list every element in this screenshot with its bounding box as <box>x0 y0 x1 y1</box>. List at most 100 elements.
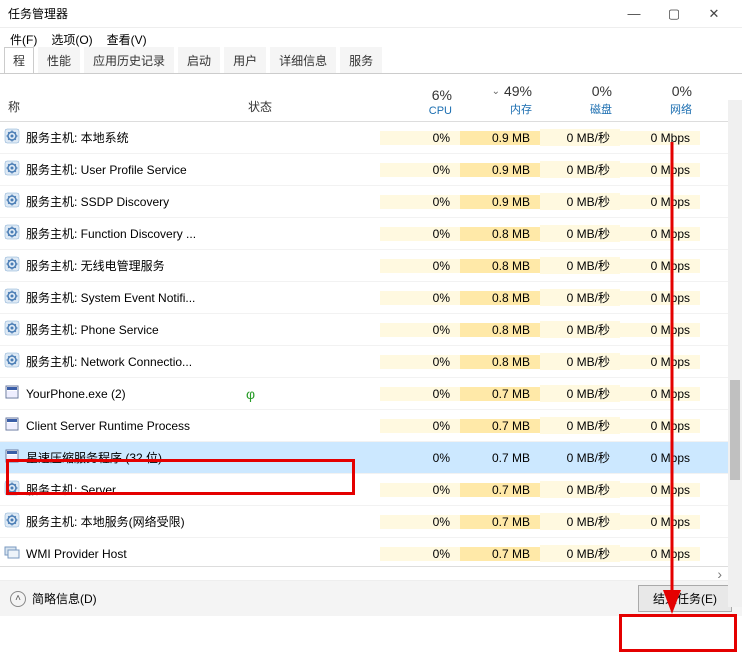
table-row[interactable]: 服务主机: Function Discovery ...0%0.8 MB0 MB… <box>0 218 742 250</box>
window-title: 任务管理器 <box>8 5 614 22</box>
chevron-down-icon: ⌄ <box>492 86 500 97</box>
process-name-cell: 服务主机: 本地服务(网络受限) <box>0 512 240 531</box>
tab-processes[interactable]: 程 <box>4 47 34 73</box>
tab-users[interactable]: 用户 <box>224 47 266 73</box>
tab-app-history[interactable]: 应用历史记录 <box>84 47 174 73</box>
scrollbar-thumb[interactable] <box>730 380 740 480</box>
process-name: WMI Provider Host <box>26 547 127 561</box>
table-row[interactable]: 服务主机: SSDP Discovery0%0.9 MB0 MB/秒0 Mbps <box>0 186 742 218</box>
gear-icon <box>4 192 20 211</box>
process-name: 服务主机: Phone Service <box>26 321 159 338</box>
cpu-cell: 0% <box>380 451 460 465</box>
disk-cell: 0 MB/秒 <box>540 417 620 434</box>
maximize-button[interactable]: ▢ <box>654 3 694 25</box>
disk-percent: 0% <box>592 83 612 99</box>
tab-startup[interactable]: 启动 <box>178 47 220 73</box>
column-status[interactable]: 状态 <box>240 92 380 121</box>
table-row[interactable]: Client Server Runtime Process0%0.7 MB0 M… <box>0 410 742 442</box>
table-row[interactable]: 服务主机: User Profile Service0%0.9 MB0 MB/秒… <box>0 154 742 186</box>
mem-cell: 0.8 MB <box>460 227 540 241</box>
process-name-cell: 服务主机: System Event Notifi... <box>0 288 240 307</box>
table-row[interactable]: 服务主机: 本地系统0%0.9 MB0 MB/秒0 Mbps <box>0 122 742 154</box>
net-percent: 0% <box>672 83 692 99</box>
table-row[interactable]: WMI Provider Host 0%0.7 MB0 MB/秒0 Mbps <box>0 538 742 566</box>
gear-icon <box>4 160 20 179</box>
table-row[interactable]: 服务主机: 无线电管理服务0%0.8 MB0 MB/秒0 Mbps <box>0 250 742 282</box>
process-name: 服务主机: Function Discovery ... <box>26 225 196 242</box>
table-row[interactable]: 服务主机: Network Connectio...0%0.8 MB0 MB/秒… <box>0 346 742 378</box>
disk-cell: 0 MB/秒 <box>540 385 620 402</box>
leaf-icon: φ <box>246 386 255 402</box>
mem-cell: 0.7 MB <box>460 547 540 561</box>
disk-cell: 0 MB/秒 <box>540 449 620 466</box>
vertical-scrollbar[interactable] <box>728 100 742 607</box>
mem-label: 内存 <box>510 101 532 117</box>
process-list[interactable]: 服务主机: 本地系统0%0.9 MB0 MB/秒0 Mbps服务主机: User… <box>0 122 742 566</box>
close-button[interactable]: ✕ <box>694 3 734 25</box>
mem-cell: 0.7 MB <box>460 387 540 401</box>
process-name: 服务主机: Network Connectio... <box>26 353 192 370</box>
column-memory[interactable]: ⌄ 49% 内存 <box>460 79 540 121</box>
fewer-details-label: 简略信息(D) <box>32 590 97 607</box>
process-name-cell: 服务主机: 本地系统 <box>0 128 240 147</box>
column-network[interactable]: 0% 网络 <box>620 79 700 121</box>
process-name-cell: 服务主机: Function Discovery ... <box>0 224 240 243</box>
cpu-label: CPU <box>429 105 452 117</box>
disk-cell: 0 MB/秒 <box>540 545 620 562</box>
table-row[interactable]: 服务主机: Phone Service0%0.8 MB0 MB/秒0 Mbps <box>0 314 742 346</box>
net-cell: 0 Mbps <box>620 195 700 209</box>
net-cell: 0 Mbps <box>620 547 700 561</box>
titlebar: 任务管理器 — ▢ ✕ <box>0 0 742 28</box>
horizontal-scroll-hint[interactable]: › <box>0 566 742 580</box>
process-name-cell: Client Server Runtime Process <box>0 416 240 435</box>
process-name: YourPhone.exe (2) <box>26 387 126 401</box>
footer: ˄ 简略信息(D) 结束任务(E) <box>0 580 742 616</box>
process-name: 服务主机: Server <box>26 481 116 498</box>
mem-cell: 0.7 MB <box>460 483 540 497</box>
end-task-button[interactable]: 结束任务(E) <box>638 585 732 612</box>
net-cell: 0 Mbps <box>620 515 700 529</box>
tab-services[interactable]: 服务 <box>340 47 382 73</box>
cpu-cell: 0% <box>380 323 460 337</box>
process-name: 服务主机: 本地服务(网络受限) <box>26 513 185 530</box>
disk-cell: 0 MB/秒 <box>540 193 620 210</box>
column-disk[interactable]: 0% 磁盘 <box>540 79 620 121</box>
cpu-cell: 0% <box>380 163 460 177</box>
mem-cell: 0.8 MB <box>460 291 540 305</box>
net-cell: 0 Mbps <box>620 483 700 497</box>
cpu-cell: 0% <box>380 419 460 433</box>
cpu-cell: 0% <box>380 547 460 561</box>
table-row[interactable]: YourPhone.exe (2)φ0%0.7 MB0 MB/秒0 Mbps <box>0 378 742 410</box>
net-cell: 0 Mbps <box>620 387 700 401</box>
gear-icon <box>4 480 20 499</box>
table-row[interactable]: 服务主机: 本地服务(网络受限)0%0.7 MB0 MB/秒0 Mbps <box>0 506 742 538</box>
table-row[interactable]: 服务主机: Server0%0.7 MB0 MB/秒0 Mbps <box>0 474 742 506</box>
mem-cell: 0.8 MB <box>460 259 540 273</box>
minimize-button[interactable]: — <box>614 3 654 25</box>
net-cell: 0 Mbps <box>620 227 700 241</box>
process-name: 服务主机: SSDP Discovery <box>26 193 169 210</box>
tab-performance[interactable]: 性能 <box>38 47 80 73</box>
column-name[interactable]: 称 <box>0 92 240 121</box>
process-name: 星速压缩服务程序 (32 位) <box>26 449 162 466</box>
disk-cell: 0 MB/秒 <box>540 513 620 530</box>
mem-cell: 0.9 MB <box>460 131 540 145</box>
gear-icon <box>4 224 20 243</box>
net-cell: 0 Mbps <box>620 323 700 337</box>
net-cell: 0 Mbps <box>620 419 700 433</box>
fewer-details-link[interactable]: ˄ 简略信息(D) <box>10 590 638 607</box>
process-name-cell: 星速压缩服务程序 (32 位) <box>0 448 240 467</box>
mem-cell: 0.8 MB <box>460 355 540 369</box>
gear-icon <box>4 320 20 339</box>
process-name-cell: 服务主机: Phone Service <box>0 320 240 339</box>
column-cpu[interactable]: 6% CPU <box>380 83 460 121</box>
cpu-percent: 6% <box>432 87 452 103</box>
mem-percent: 49% <box>504 83 532 99</box>
table-row[interactable]: 星速压缩服务程序 (32 位)0%0.7 MB0 MB/秒0 Mbps <box>0 442 742 474</box>
disk-cell: 0 MB/秒 <box>540 481 620 498</box>
columns-header: 称 状态 6% CPU ⌄ 49% 内存 0% 磁盘 0% 网络 <box>0 74 742 122</box>
gear-icon <box>4 512 20 531</box>
tab-details[interactable]: 详细信息 <box>270 47 336 73</box>
table-row[interactable]: 服务主机: System Event Notifi...0%0.8 MB0 MB… <box>0 282 742 314</box>
cpu-cell: 0% <box>380 355 460 369</box>
